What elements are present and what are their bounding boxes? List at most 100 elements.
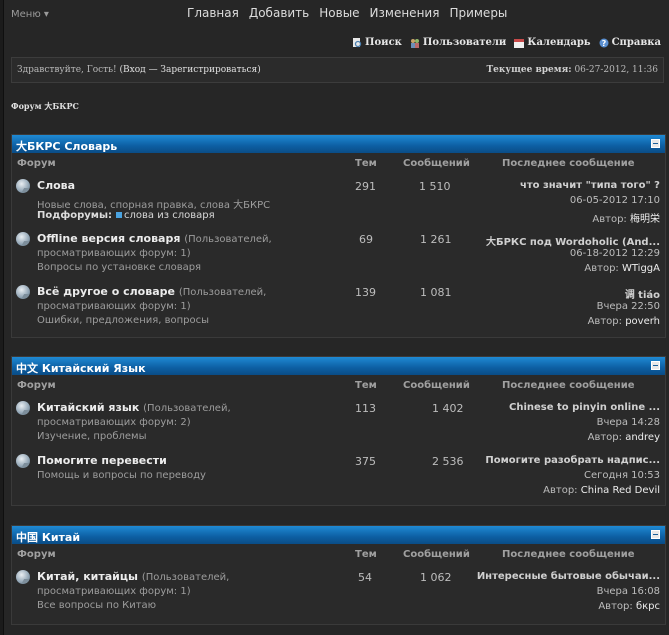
help-icon: ?: [599, 38, 609, 48]
author-link[interactable]: poverh: [625, 316, 660, 327]
forum-title-link[interactable]: Всё другое о словаре: [37, 285, 175, 298]
forum-status-icon: [16, 570, 30, 584]
last-post-date: 06-05-2012 17:10: [569, 195, 660, 206]
last-post-date: Вчера 14:28: [596, 417, 660, 428]
last-post-author: Автор: бкрс: [598, 601, 660, 612]
nav-link-changes[interactable]: Изменения: [370, 6, 440, 20]
author-link[interactable]: China Red Devil: [581, 485, 660, 496]
forum-status-icon: [16, 285, 30, 299]
author-label: Автор:: [584, 263, 619, 274]
calendar-link[interactable]: Календарь: [514, 37, 591, 48]
forum-viewers: (Пользователей,: [141, 572, 230, 583]
welcome-message: Здравствуйте, Гость! (Вход — Зарегистрир…: [17, 65, 261, 75]
col-posts: Сообщений: [403, 158, 470, 169]
col-last-post: Последнее сообщение: [502, 158, 635, 169]
author-link[interactable]: WTiggA: [622, 263, 660, 274]
col-threads: Тем: [355, 549, 377, 560]
last-post-author: Автор: 梅明栄: [592, 210, 660, 225]
thread-count: 375: [355, 455, 376, 468]
forum-title-link[interactable]: Китайский язык: [37, 401, 139, 414]
category-title[interactable]: 大БКРС Словарь: [16, 140, 117, 153]
author-label: Автор:: [598, 601, 633, 612]
forum-title-link[interactable]: Китай, китайцы: [37, 570, 138, 583]
forum-row: Китай, китайцы (Пользователей, просматри…: [12, 566, 665, 621]
last-post-author: Автор: WTiggA: [584, 263, 660, 274]
help-label: Справка: [611, 37, 661, 48]
author-label: Автор:: [587, 432, 623, 443]
post-count: 1 510: [419, 180, 451, 193]
col-threads: Тем: [355, 380, 377, 391]
users-icon: [410, 38, 420, 48]
calendar-label: Календарь: [527, 37, 591, 48]
nav-link-home[interactable]: Главная: [187, 6, 239, 20]
greeting-text: Здравствуйте, Гость!: [17, 65, 117, 75]
thread-count: 54: [358, 571, 372, 584]
post-count: 1 062: [420, 571, 452, 584]
thread-count: 113: [355, 402, 376, 415]
last-post-title[interactable]: Интересные бытовые обычаи...: [477, 571, 660, 582]
last-post-title[interactable]: что значит "типа того" ?: [520, 180, 660, 191]
post-count: 2 536: [432, 455, 464, 468]
category-title[interactable]: 中国 Китай: [16, 531, 80, 544]
post-count: 1 261: [420, 233, 452, 246]
last-post-title[interactable]: Chinese to pinyin online ...: [509, 402, 660, 413]
forum-status-icon: [16, 454, 30, 468]
last-post-author: Автор: China Red Devil: [543, 485, 660, 496]
breadcrumb[interactable]: Форум 大БКРС: [11, 101, 79, 112]
collapse-icon[interactable]: [651, 530, 660, 539]
category-title[interactable]: 中文 Китайский Язык: [16, 362, 146, 375]
last-post-title[interactable]: 大БРКС под Wordoholic (And...: [486, 233, 660, 248]
last-post-title[interactable]: 调 tiáo: [625, 286, 660, 301]
top-bar: Меню ▾ Главная Добавить Новые Изменения …: [4, 0, 669, 28]
forum-description: Изучение, проблемы: [37, 431, 147, 442]
col-forum: Форум: [17, 158, 56, 169]
forum-description: Вопросы по установке словаря: [37, 262, 202, 273]
search-link[interactable]: Поиск: [352, 37, 402, 48]
collapse-icon[interactable]: [651, 361, 660, 370]
nav-link-add[interactable]: Добавить: [249, 6, 309, 20]
thread-count: 139: [355, 286, 376, 299]
forum-title-link[interactable]: Offline версия словаря: [37, 232, 180, 245]
column-headers: Форум Тем Сообщений Последнее сообщение: [12, 153, 665, 175]
forum-title: Китайский язык (Пользователей,: [37, 401, 231, 414]
last-post-date: Сегодня 10:53: [584, 470, 660, 481]
category-dictionary: 大БКРС Словарь Форум Тем Сообщений Послед…: [11, 134, 666, 338]
subforums-label: Подфорумы:: [37, 210, 112, 221]
col-posts: Сообщений: [403, 380, 470, 391]
login-register-link[interactable]: (Вход — Зарегистрироваться): [120, 65, 261, 75]
column-headers: Форум Тем Сообщений Последнее сообщение: [12, 544, 665, 566]
users-link[interactable]: Пользователи: [410, 37, 506, 48]
search-icon: [352, 37, 362, 48]
forum-row: Слова Новые слова, спорная правка, слова…: [12, 175, 665, 228]
subforum-link[interactable]: слова из словаря: [124, 210, 215, 221]
last-post-title[interactable]: Помогите разобрать надпис...: [485, 455, 660, 466]
help-link[interactable]: ? Справка: [599, 37, 661, 48]
nav-link-examples[interactable]: Примеры: [449, 6, 507, 20]
author-link[interactable]: andrey: [625, 432, 660, 443]
nav-link-new[interactable]: Новые: [319, 6, 359, 20]
col-threads: Тем: [355, 158, 377, 169]
author-link[interactable]: 梅明栄: [630, 214, 660, 225]
author-label: Автор:: [587, 316, 622, 327]
category-header: 大БКРС Словарь: [12, 135, 665, 153]
thread-count: 69: [359, 233, 373, 246]
last-post-author: Автор: poverh: [588, 316, 660, 327]
last-post-author: Автор: andrey: [588, 432, 660, 443]
forum-status-icon: [16, 401, 30, 415]
forum-viewers-cont: просматривающих форум: 1): [37, 586, 191, 597]
collapse-icon[interactable]: [651, 139, 660, 148]
forum-toolbar: Поиск Пользователи Календарь ? Справка: [352, 37, 661, 48]
post-count: 1 402: [432, 402, 464, 415]
calendar-icon: [514, 38, 525, 48]
welcome-bar: Здравствуйте, Гость! (Вход — Зарегистрир…: [11, 57, 664, 83]
col-forum: Форум: [17, 549, 56, 560]
author-link[interactable]: бкрс: [636, 601, 660, 612]
forum-title-link[interactable]: Слова: [37, 179, 75, 192]
forum-row: Offline версия словаря (Пользователей, п…: [12, 228, 665, 281]
menu-dropdown[interactable]: Меню ▾: [11, 9, 49, 20]
last-post-date: Вчера 22:50: [596, 301, 660, 312]
forum-title: Offline версия словаря (Пользователей,: [37, 232, 272, 245]
forum-page: Меню ▾ Главная Добавить Новые Изменения …: [3, 0, 669, 635]
post-count: 1 081: [420, 286, 452, 299]
forum-title-link[interactable]: Помогите перевести: [37, 454, 167, 467]
